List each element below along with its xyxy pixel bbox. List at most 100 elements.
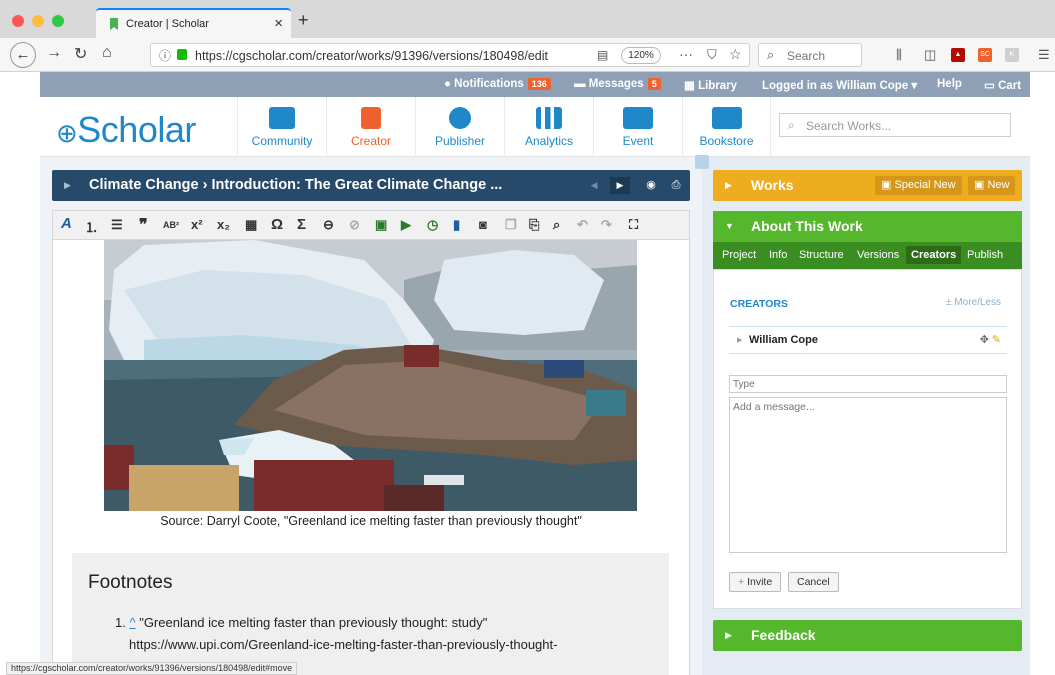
special-new-button[interactable]: ▣ Special New [875,176,962,195]
scholar-logo[interactable]: ⊕Scholar [56,109,196,151]
scholar-extension-icon[interactable]: SC [978,48,992,62]
forward-button[interactable]: → [46,44,62,62]
fullscreen-icon[interactable]: ⛶ [629,217,638,233]
pdf-extension-icon[interactable]: ▲ [951,48,965,62]
breadcrumb[interactable]: Climate Change › Introduction: The Great… [89,177,502,193]
greenland-iceberg-photo[interactable] [104,240,637,511]
notifications-link[interactable]: ● Notifications 136 [444,78,551,90]
footnote-1-url[interactable]: https://www.upi.com/Greenland-ice-meltin… [129,637,557,652]
special-character-icon[interactable]: Ω [271,216,283,233]
undo-icon[interactable]: ↶ [577,217,588,233]
search-works-input[interactable]: ⌕ Search Works... [779,113,1011,137]
close-window-button[interactable] [12,15,24,27]
zoom-level[interactable]: 120% [621,47,661,64]
works-title: Works [751,177,794,193]
message-textarea[interactable] [729,397,1007,553]
invite-button[interactable]: + Invite [729,572,782,592]
tab-creators[interactable]: Creators [906,246,962,264]
resize-handle[interactable] [695,155,709,169]
print-icon[interactable]: ⎙ [666,177,686,194]
insert-file-icon[interactable]: ▮ [453,217,460,233]
insert-video-icon[interactable]: ▶ [401,217,411,233]
pocket-icon[interactable]: ⛉ [707,47,717,63]
edit-pencil-icon[interactable]: ✎ [992,333,1001,346]
page-actions-icon[interactable]: ··· [679,46,693,62]
tab-project[interactable]: Project [722,249,756,261]
extension-icon[interactable]: K [1005,48,1019,62]
equation-icon[interactable]: Σ [297,216,306,233]
preview-eye-icon[interactable]: ◉ [641,177,661,194]
cancel-button[interactable]: Cancel [788,572,839,592]
browser-search-placeholder: Search [787,49,826,63]
library-icon[interactable]: ⫼ [896,47,902,63]
account-menu[interactable]: Logged in as William Cope ▾ [762,78,917,92]
notifications-count: 136 [527,78,551,90]
footnote-backlink[interactable]: ^ [129,615,135,630]
maximize-window-button[interactable] [52,15,64,27]
superscript-icon[interactable]: x² [191,217,203,232]
new-tab-icon[interactable]: + [298,10,309,31]
works-panel-header[interactable]: ▶ Works ▣ Special New ▣ New [713,170,1022,201]
messages-link[interactable]: ▬ Messages 5 [574,78,661,90]
feedback-panel-header[interactable]: ▶ Feedback [713,620,1022,651]
creator-row[interactable]: ▶ William Cope ✥ ✎ [729,326,1007,354]
next-section-icon[interactable]: ▶ [610,177,630,194]
reader-view-icon[interactable]: ▤ [597,48,608,62]
tab-info[interactable]: Info [769,249,787,261]
move-icon[interactable]: ✥ [980,333,989,346]
url-text[interactable]: https://cgscholar.com/creator/works/9139… [195,49,548,63]
back-button[interactable]: ← [10,42,36,68]
link-icon[interactable]: ⊖ [323,217,334,233]
type-input[interactable] [729,375,1007,393]
bullet-list-icon[interactable]: ☰ [111,217,123,233]
nav-bookstore[interactable]: Bookstore [682,97,771,157]
close-tab-icon[interactable]: × [274,15,283,32]
table-icon[interactable]: ▦ [245,217,257,233]
more-less-toggle[interactable]: ± More/Less [946,297,1001,308]
prev-section-icon[interactable]: ◀ [584,177,604,194]
cart-link[interactable]: ▭ Cart [984,78,1021,92]
reload-button[interactable]: ↻ [74,44,87,64]
subscript-icon[interactable]: x₂ [217,217,230,232]
numbered-list-icon[interactable]: ⒈ [85,217,98,236]
library-link[interactable]: ▦ Library [684,78,737,92]
unlink-icon[interactable]: ⊘ [349,217,360,233]
url-bar[interactable]: ⓘ https://cgscholar.com/creator/works/91… [150,43,750,67]
scholar-logo-icon: ⊕ [56,118,78,148]
expand-arrow-icon[interactable]: ▶ [737,336,742,344]
insert-media-icon[interactable]: ◙ [479,217,487,232]
copy-icon[interactable]: ❐ [505,217,517,233]
expand-arrow-icon[interactable]: ▶ [64,180,71,191]
nav-community[interactable]: Community [237,97,326,157]
browser-search-box[interactable]: ⌕ Search [758,43,862,67]
insert-image-icon[interactable]: ▣ [375,217,387,233]
redo-icon[interactable]: ↷ [601,217,612,233]
minimize-window-button[interactable] [32,15,44,27]
abbreviation-icon[interactable]: AB² [163,220,179,230]
help-link[interactable]: Help [937,78,962,90]
nav-analytics[interactable]: Analytics [504,97,593,157]
tab-structure[interactable]: Structure [799,249,844,261]
tab-title: Creator | Scholar [126,18,209,30]
creators-panel: CREATORS ± More/Less ▶ William Cope ✥ ✎ … [713,269,1022,609]
creator-name: William Cope [749,334,818,346]
find-icon[interactable]: ⌕ [553,217,560,233]
about-panel-header[interactable]: ▼ About This Work [713,211,1022,242]
info-icon[interactable]: ⓘ [159,47,171,64]
nav-creator[interactable]: Creator [326,97,415,157]
insert-audio-icon[interactable]: ◷ [427,217,438,233]
tab-publish[interactable]: Publish [967,249,1003,261]
image-caption: Source: Darryl Coote, "Greenland ice mel… [160,514,582,528]
home-button[interactable]: ⌂ [102,44,112,62]
tab-versions[interactable]: Versions [857,249,899,261]
text-style-icon[interactable]: A [61,215,72,232]
nav-publisher[interactable]: Publisher [415,97,504,157]
nav-event[interactable]: Event [593,97,682,157]
bookmark-star-icon[interactable]: ☆ [729,46,742,63]
paste-icon[interactable]: ⎘ [529,217,539,233]
menu-icon[interactable]: ☰ [1038,47,1050,63]
browser-tab[interactable]: Creator | Scholar × [96,8,291,38]
sidebar-icon[interactable]: ◫ [924,47,936,63]
new-work-button[interactable]: ▣ New [968,176,1016,195]
quote-icon[interactable]: ❞ [139,215,148,235]
